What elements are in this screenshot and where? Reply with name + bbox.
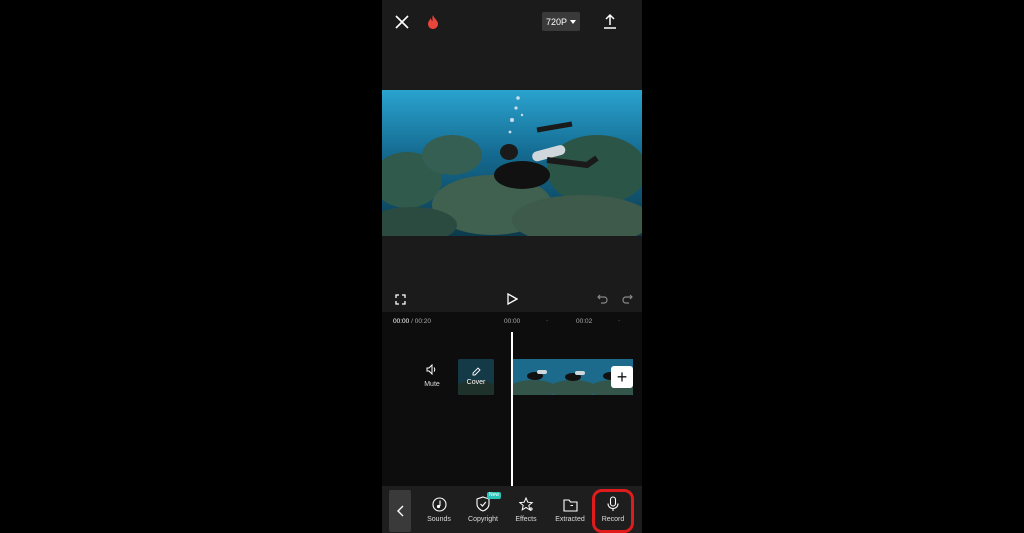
fullscreen-icon[interactable] bbox=[394, 293, 406, 305]
undo-icon[interactable] bbox=[596, 293, 608, 305]
record-highlight-annotation bbox=[592, 489, 634, 533]
redo-icon[interactable] bbox=[621, 293, 633, 305]
preview-controls bbox=[382, 286, 642, 312]
play-icon[interactable] bbox=[505, 292, 519, 306]
clip-thumbnail bbox=[513, 359, 553, 395]
extracted-tool[interactable]: Extracted bbox=[548, 494, 592, 526]
time-ruler: 00:00 / 00:20 00:00 · 00:02 · bbox=[382, 316, 642, 328]
clip-thumbnail bbox=[553, 359, 593, 395]
resolution-dropdown[interactable]: 720P bbox=[542, 12, 580, 31]
resolution-label: 720P bbox=[545, 16, 568, 27]
close-icon[interactable] bbox=[394, 14, 410, 30]
ruler-time-start: 00:00 bbox=[504, 318, 521, 325]
cover-button[interactable]: Cover bbox=[458, 359, 494, 395]
extracted-label: Extracted bbox=[555, 516, 585, 523]
effects-label: Effects bbox=[515, 516, 537, 523]
ruler-time-2s: 00:02 bbox=[576, 318, 593, 325]
total-time: / 00:20 bbox=[409, 318, 431, 325]
edit-pencil-icon bbox=[458, 367, 494, 378]
effects-tool[interactable]: Effects bbox=[504, 494, 548, 526]
mute-label: Mute bbox=[424, 381, 440, 388]
new-badge: New bbox=[487, 492, 502, 499]
bottom-toolbar: Sounds New Copyright Effects Extracted R… bbox=[382, 486, 642, 533]
add-clip-button[interactable]: + bbox=[611, 366, 633, 388]
export-icon[interactable] bbox=[602, 12, 618, 30]
back-button[interactable] bbox=[389, 490, 411, 532]
playhead[interactable] bbox=[511, 332, 513, 486]
timeline-area[interactable]: 00:00 / 00:20 00:00 · 00:02 · Mute Cover bbox=[382, 312, 642, 486]
chevron-down-icon bbox=[570, 19, 577, 24]
copyright-tool[interactable]: New Copyright bbox=[461, 492, 505, 526]
copyright-label: Copyright bbox=[468, 516, 498, 523]
music-note-icon bbox=[417, 494, 461, 512]
chevron-left-icon bbox=[396, 505, 403, 517]
sounds-tool[interactable]: Sounds bbox=[417, 494, 461, 526]
cover-label: Cover bbox=[466, 379, 486, 386]
current-time: 00:00 bbox=[393, 318, 410, 325]
speaker-icon bbox=[420, 364, 444, 378]
folder-icon bbox=[548, 494, 592, 512]
top-bar: 720P bbox=[382, 0, 642, 44]
video-preview[interactable] bbox=[382, 90, 642, 236]
star-effects-icon bbox=[504, 494, 548, 512]
ruler-dot: · bbox=[618, 317, 621, 324]
flame-icon[interactable] bbox=[424, 13, 442, 31]
sounds-label: Sounds bbox=[427, 516, 451, 523]
mute-button[interactable]: Mute bbox=[420, 364, 444, 394]
video-frame-image bbox=[382, 90, 642, 236]
ruler-dot: · bbox=[546, 317, 549, 324]
phone-screen: 720P 00:00 / 00:20 00:00 · 00:02 · Mute … bbox=[382, 0, 642, 533]
